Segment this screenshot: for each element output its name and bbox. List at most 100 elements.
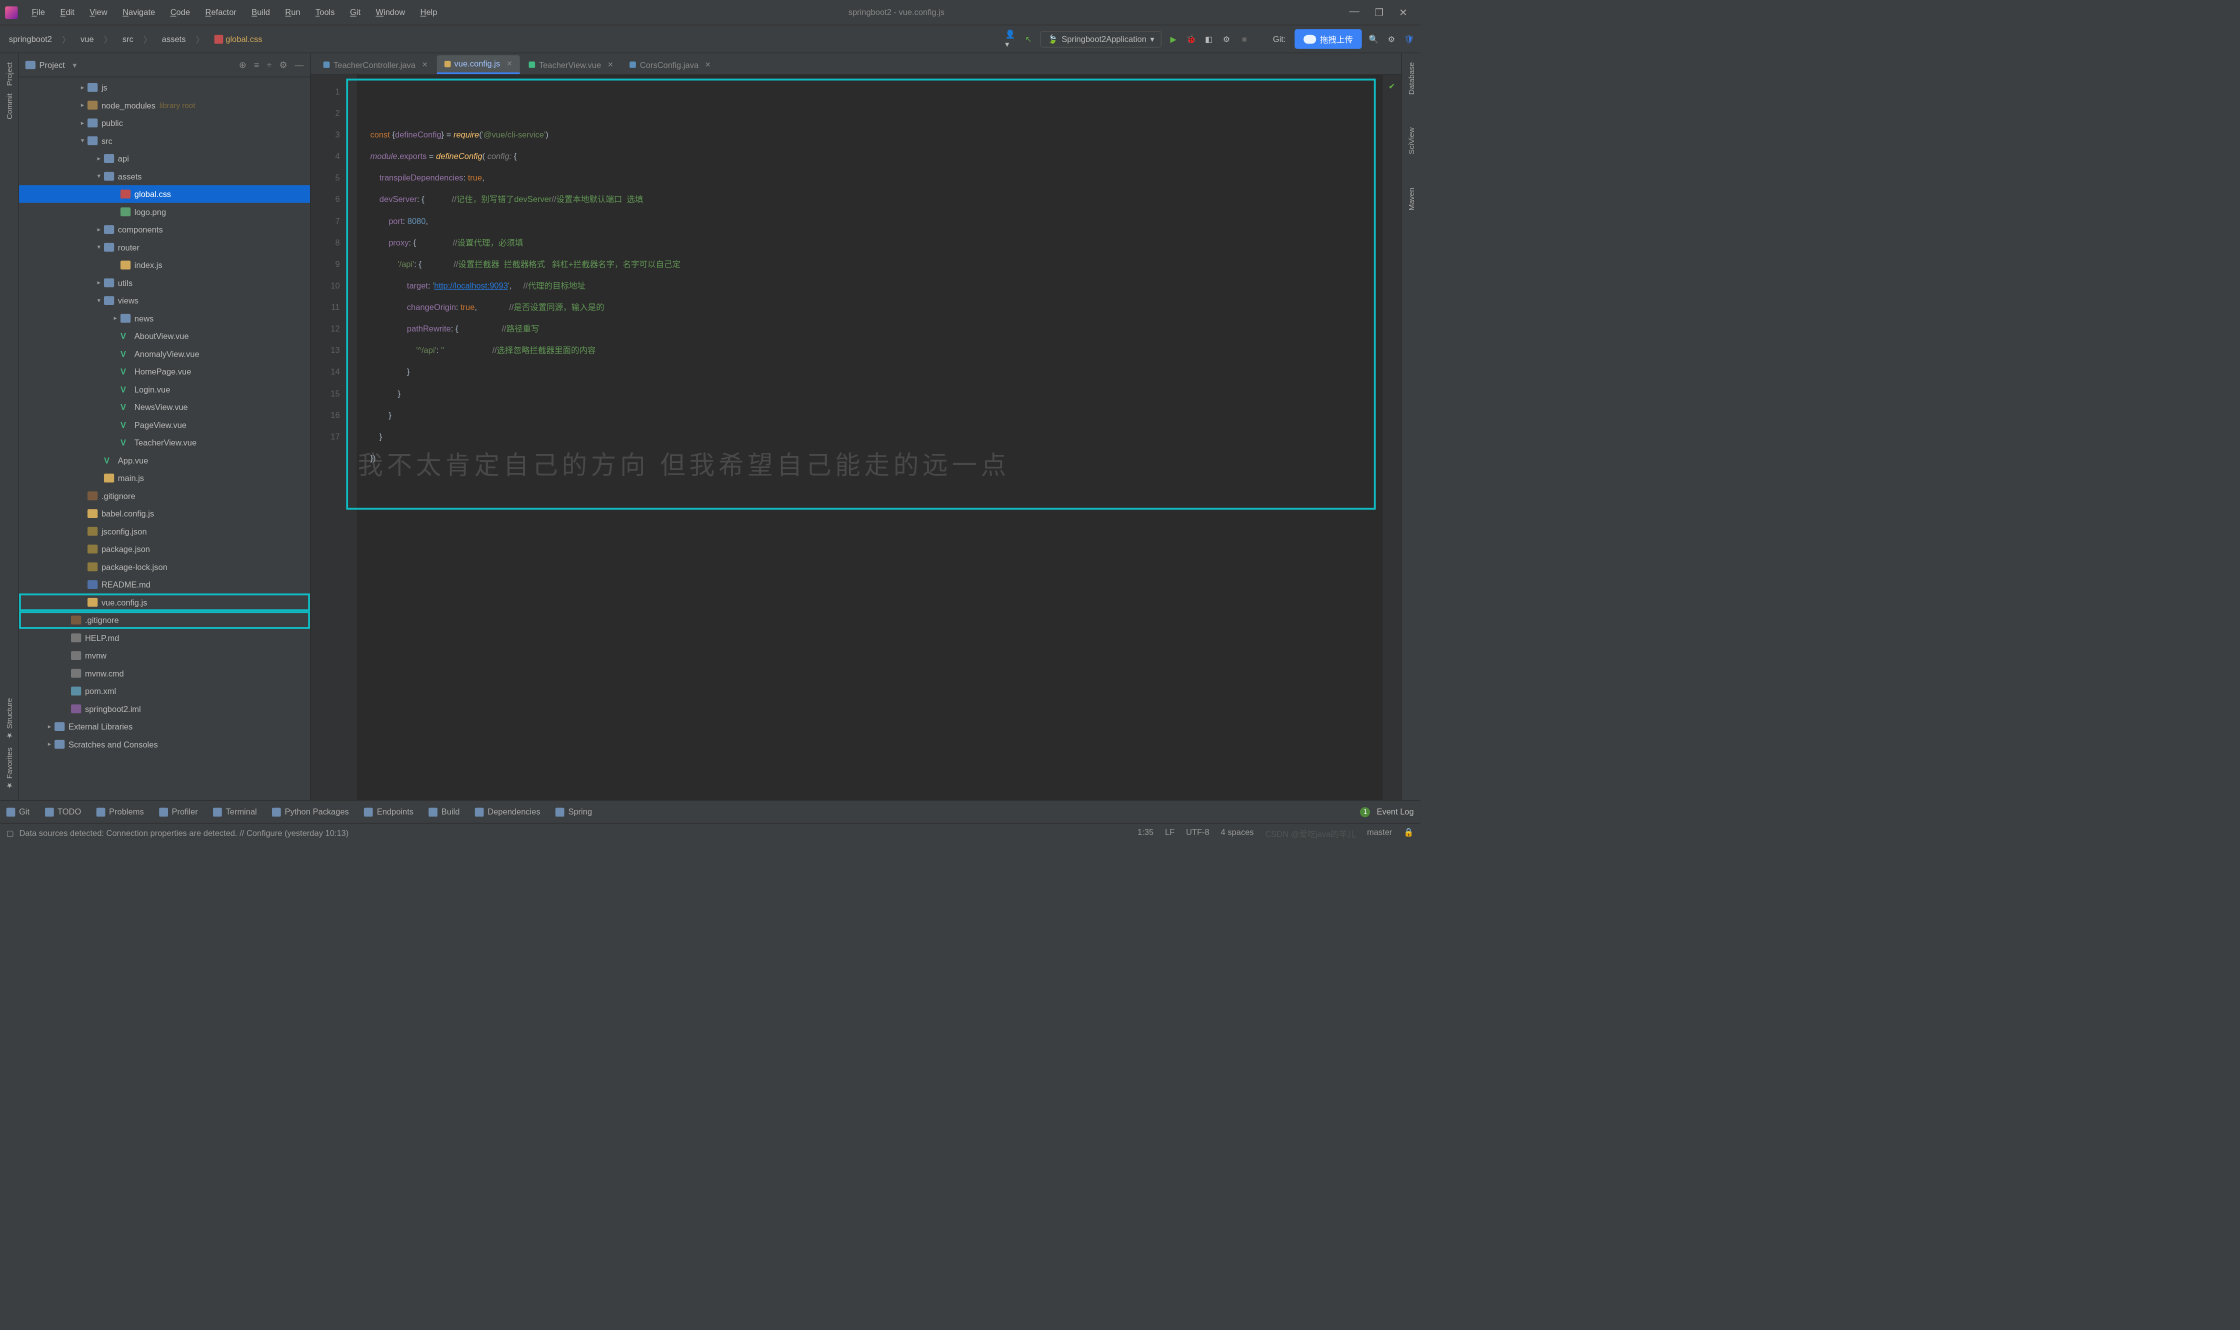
settings-icon[interactable]: ⚙ <box>1386 33 1397 44</box>
menu-run[interactable]: Run <box>279 5 307 20</box>
tree-node-app-vue[interactable]: VApp.vue <box>19 451 310 469</box>
breadcrumb-segment[interactable]: springboot2 <box>5 33 56 45</box>
tree-arrow-icon[interactable] <box>44 723 54 730</box>
tree-arrow-icon[interactable] <box>94 173 104 180</box>
tree-arrow-icon[interactable] <box>94 155 104 162</box>
tree-node-pom-xml[interactable]: pom.xml <box>19 682 310 700</box>
tree-arrow-icon[interactable] <box>77 120 87 127</box>
code-line[interactable]: } <box>370 383 1382 405</box>
code-line[interactable]: changeOrigin: true, //是否设置同源，输入是的 <box>370 297 1382 319</box>
line-separator[interactable]: LF <box>1165 827 1175 839</box>
debug-button[interactable]: 🐞 <box>1185 33 1196 44</box>
tree-node-pageview-vue[interactable]: VPageView.vue <box>19 416 310 434</box>
fold-gutter[interactable] <box>346 75 357 800</box>
menu-refactor[interactable]: Refactor <box>199 5 243 20</box>
lock-icon[interactable]: 🔒 <box>1404 827 1414 839</box>
coverage-button[interactable]: ◧ <box>1203 33 1214 44</box>
toolwindow-structure[interactable]: ★ Structure <box>5 694 14 743</box>
code-area[interactable]: const {defineConfig} = require('@vue/cli… <box>358 75 1383 800</box>
toolwindow-spring[interactable]: Spring <box>556 807 593 817</box>
caret-position[interactable]: 1:35 <box>1138 827 1154 839</box>
event-log-label[interactable]: Event Log <box>1377 807 1414 817</box>
tree-node-js[interactable]: js <box>19 79 310 97</box>
menu-code[interactable]: Code <box>164 5 196 20</box>
ide-shield-icon[interactable]: 🛡 <box>1404 33 1415 44</box>
breadcrumb-segment[interactable]: global.css <box>210 33 266 45</box>
tree-node-logo-png[interactable]: logo.png <box>19 203 310 221</box>
code-line[interactable]: } <box>370 361 1382 383</box>
tab-close-icon[interactable]: ✕ <box>506 60 512 68</box>
event-log-badge[interactable]: 1 <box>1360 807 1370 817</box>
tree-arrow-icon[interactable] <box>94 226 104 233</box>
status-icon[interactable]: ▢ <box>6 828 14 838</box>
tree-node-scratches-and-consoles[interactable]: Scratches and Consoles <box>19 735 310 753</box>
project-tree[interactable]: jsnode_moduleslibrary rootpublicsrcapias… <box>19 77 310 800</box>
tree-node-global-css[interactable]: global.css <box>19 185 310 203</box>
toolwindow-sciview[interactable]: SciView <box>1407 124 1416 159</box>
breadcrumb[interactable]: springboot2〉vue〉src〉assets〉global.css <box>5 32 266 47</box>
menu-navigate[interactable]: Navigate <box>116 5 161 20</box>
tree-node-utils[interactable]: utils <box>19 274 310 292</box>
tree-node-anomalyview-vue[interactable]: VAnomalyView.vue <box>19 345 310 363</box>
menu-help[interactable]: Help <box>414 5 444 20</box>
menu-tools[interactable]: Tools <box>309 5 341 20</box>
file-encoding[interactable]: UTF-8 <box>1186 827 1209 839</box>
tree-node-vue-config-js[interactable]: vue.config.js <box>19 593 310 611</box>
hide-icon[interactable]: — <box>295 60 304 71</box>
toolwindow-favorites[interactable]: ★ Favorites <box>5 744 14 794</box>
menu-edit[interactable]: Edit <box>54 5 81 20</box>
tree-node-components[interactable]: components <box>19 221 310 239</box>
toolwindow-profiler[interactable]: Profiler <box>159 807 198 817</box>
toolwindow-maven[interactable]: Maven <box>1407 184 1416 214</box>
run-configuration-selector[interactable]: 🍃 Springboot2Application ▾ <box>1041 31 1162 47</box>
user-icon[interactable]: 👤▾ <box>1005 33 1016 44</box>
run-button[interactable]: ▶ <box>1168 33 1179 44</box>
toolwindow-git[interactable]: Git <box>6 807 29 817</box>
code-line[interactable]: proxy: { //设置代理，必须填 <box>370 232 1382 254</box>
tree-node-mvnw-cmd[interactable]: mvnw.cmd <box>19 664 310 682</box>
code-line[interactable]: pathRewrite: { //路径重写 <box>370 318 1382 340</box>
tree-arrow-icon[interactable] <box>44 741 54 748</box>
code-line[interactable]: module.exports = defineConfig( config: { <box>370 146 1382 168</box>
minimize-button[interactable]: — <box>1349 6 1359 19</box>
toolwindow-todo[interactable]: TODO <box>45 807 81 817</box>
tree-node-readme-md[interactable]: README.md <box>19 576 310 594</box>
git-branch[interactable]: master <box>1367 827 1392 839</box>
tree-node--gitignore[interactable]: .gitignore <box>19 611 310 629</box>
tree-arrow-icon[interactable] <box>77 84 87 91</box>
tree-node-external-libraries[interactable]: External Libraries <box>19 718 310 736</box>
breadcrumb-segment[interactable]: vue <box>77 33 98 45</box>
tab-teacherview-vue[interactable]: TeacherView.vue✕ <box>521 55 621 74</box>
toolwindow-terminal[interactable]: Terminal <box>213 807 257 817</box>
tree-node-login-vue[interactable]: VLogin.vue <box>19 380 310 398</box>
toolwindow-build[interactable]: Build <box>429 807 460 817</box>
tree-node-package-json[interactable]: package.json <box>19 540 310 558</box>
collapse-all-icon[interactable]: ÷ <box>267 60 272 71</box>
expand-all-icon[interactable]: ≡ <box>254 60 259 71</box>
menu-file[interactable]: File <box>25 5 51 20</box>
code-line[interactable]: } <box>370 404 1382 426</box>
tree-node-springboot2-iml[interactable]: springboot2.iml <box>19 700 310 718</box>
tree-node-babel-config-js[interactable]: babel.config.js <box>19 505 310 523</box>
code-line[interactable] <box>370 469 1382 491</box>
tree-node-views[interactable]: views <box>19 292 310 310</box>
stop-button[interactable]: ■ <box>1239 33 1250 44</box>
tree-node-api[interactable]: api <box>19 150 310 168</box>
tree-node--gitignore[interactable]: .gitignore <box>19 487 310 505</box>
tree-node-help-md[interactable]: HELP.md <box>19 629 310 647</box>
tree-arrow-icon[interactable] <box>77 102 87 109</box>
tab-teachercontroller-java[interactable]: TeacherController.java✕ <box>316 55 436 74</box>
select-opened-icon[interactable]: ⊕ <box>239 60 246 71</box>
search-icon[interactable]: 🔍 <box>1368 33 1379 44</box>
code-line[interactable]: } <box>370 426 1382 448</box>
profile-button[interactable]: ⚙ <box>1221 33 1232 44</box>
toolwindow-project[interactable]: Project <box>5 58 14 89</box>
code-line[interactable]: '^/api': '' //选择忽略拦截器里面的内容 <box>370 340 1382 362</box>
tree-node-node_modules[interactable]: node_moduleslibrary root <box>19 96 310 114</box>
tree-node-teacherview-vue[interactable]: VTeacherView.vue <box>19 434 310 452</box>
menu-window[interactable]: Window <box>369 5 411 20</box>
toolwindow-database[interactable]: Database <box>1407 58 1416 98</box>
settings-icon[interactable]: ⚙ <box>279 60 287 71</box>
inspection-ok-icon[interactable]: ✔ <box>1388 81 1395 91</box>
status-message[interactable]: Data sources detected: Connection proper… <box>19 829 348 839</box>
